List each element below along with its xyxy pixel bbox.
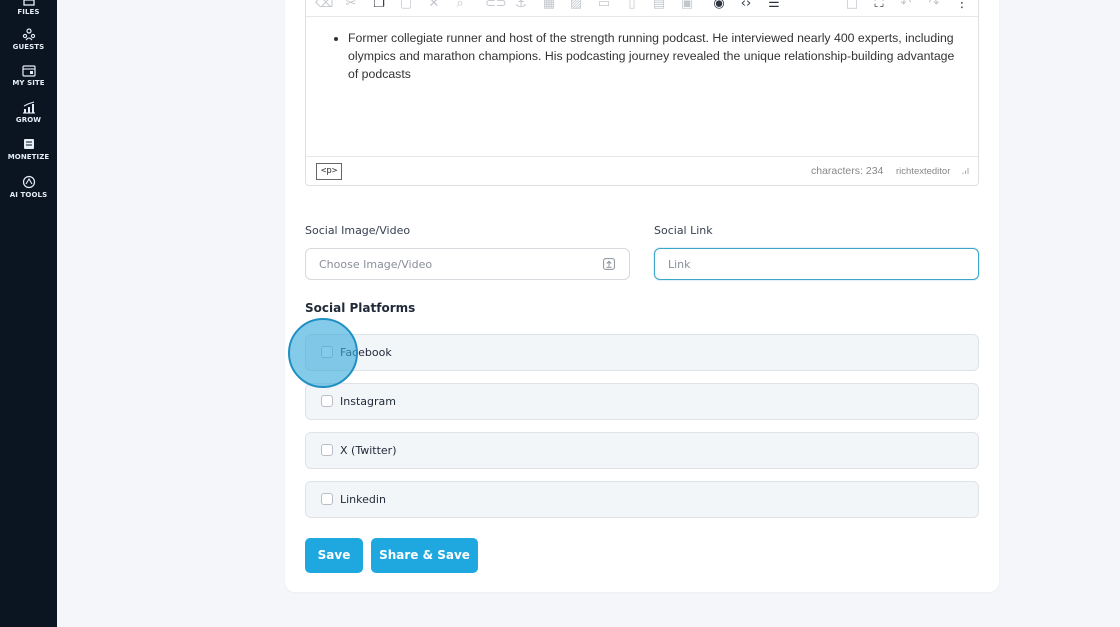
sidebar: FILES GUESTS MY SITE GROW MONETIZE AI TO… bbox=[0, 0, 57, 627]
editor-bullet-text: Former collegiate runner and host of the… bbox=[348, 29, 966, 83]
sidebar-item-ai-tools[interactable]: AI TOOLS bbox=[0, 175, 57, 199]
social-platforms-title: Social Platforms bbox=[305, 301, 416, 315]
linkedin-checkbox[interactable] bbox=[321, 493, 333, 505]
share-and-save-button[interactable]: Share & Save bbox=[371, 538, 478, 573]
redo-icon[interactable]: ↷ bbox=[926, 0, 942, 11]
platform-option-facebook[interactable]: Facebook bbox=[305, 334, 979, 371]
ai-tools-icon bbox=[22, 175, 35, 189]
social-link-field[interactable] bbox=[654, 248, 979, 280]
sidebar-item-label: MONETIZE bbox=[7, 153, 50, 161]
more-options-icon[interactable]: ⋮ bbox=[954, 0, 970, 11]
files-icon bbox=[22, 0, 35, 6]
table-icon[interactable]: ▦ bbox=[541, 0, 557, 11]
platform-option-linkedin[interactable]: Linkedin bbox=[305, 481, 979, 518]
guests-icon bbox=[22, 28, 35, 41]
platform-label: Instagram bbox=[340, 395, 396, 408]
social-image-picker[interactable]: Choose Image/Video bbox=[305, 248, 630, 280]
checkbox-toggle-icon[interactable]: □ bbox=[844, 0, 860, 11]
document-icon[interactable]: ▯ bbox=[624, 0, 640, 11]
rich-text-editor[interactable]: ⌫ ✂ ❐ ▢ ✕ ⌕ ⊂⊃ ⚓ ▦ ▨ ▭ ▯ ▤ ▣ ◉ ‹› ☰ □ ⛶ … bbox=[305, 0, 979, 186]
sidebar-item-label: AI TOOLS bbox=[9, 191, 48, 199]
format-list-icon[interactable]: ☰ bbox=[766, 0, 782, 11]
social-link-input[interactable] bbox=[668, 258, 965, 271]
clear-format-icon[interactable]: ✕ bbox=[426, 0, 442, 11]
video-icon[interactable]: ▭ bbox=[596, 0, 612, 11]
paste-icon[interactable]: ❐ bbox=[371, 0, 387, 11]
sidebar-item-label: GUESTS bbox=[12, 43, 45, 51]
link-icon[interactable]: ⊂⊃ bbox=[485, 0, 507, 11]
social-link-label: Social Link bbox=[654, 224, 713, 237]
sidebar-item-label: GROW bbox=[15, 116, 42, 124]
sidebar-item-guests[interactable]: GUESTS bbox=[0, 27, 57, 51]
character-count: characters: 234 bbox=[811, 165, 884, 177]
platform-label: X (Twitter) bbox=[340, 444, 397, 457]
sidebar-item-files[interactable]: FILES bbox=[0, 0, 57, 16]
resize-handle-icon[interactable] bbox=[961, 167, 969, 175]
copy-icon[interactable]: ▢ bbox=[398, 0, 414, 11]
editor-toolbar: ⌫ ✂ ❐ ▢ ✕ ⌕ ⊂⊃ ⚓ ▦ ▨ ▭ ▯ ▤ ▣ ◉ ‹› ☰ □ ⛶ … bbox=[306, 0, 978, 17]
sidebar-item-label: FILES bbox=[17, 8, 40, 16]
undo-icon[interactable]: ↶ bbox=[898, 0, 914, 11]
anchor-icon[interactable]: ⚓ bbox=[513, 0, 529, 11]
html-code-icon[interactable]: ‹› bbox=[738, 0, 754, 11]
code-block-icon[interactable]: ▣ bbox=[679, 0, 695, 11]
social-image-placeholder: Choose Image/Video bbox=[319, 258, 433, 271]
upload-icon[interactable] bbox=[603, 258, 615, 270]
sidebar-item-grow[interactable]: GROW bbox=[0, 101, 57, 124]
fullscreen-icon[interactable]: ⛶ bbox=[871, 0, 887, 11]
editor-content[interactable]: Former collegiate runner and host of the… bbox=[326, 29, 966, 83]
editor-bullet-list: Former collegiate runner and host of the… bbox=[326, 29, 966, 83]
platform-option-instagram[interactable]: Instagram bbox=[305, 383, 979, 420]
cut-icon[interactable]: ✂ bbox=[343, 0, 359, 11]
platform-option-x-twitter[interactable]: X (Twitter) bbox=[305, 432, 979, 469]
image-icon[interactable]: ▨ bbox=[568, 0, 584, 11]
facebook-checkbox[interactable] bbox=[321, 346, 333, 358]
element-path-tag[interactable]: <p> bbox=[316, 163, 343, 180]
x-twitter-checkbox[interactable] bbox=[321, 444, 333, 456]
save-button[interactable]: Save bbox=[305, 538, 363, 573]
template-icon[interactable]: ▤ bbox=[651, 0, 667, 11]
my-site-icon bbox=[21, 65, 36, 77]
social-image-label: Social Image/Video bbox=[305, 224, 411, 237]
preview-eye-icon[interactable]: ◉ bbox=[711, 0, 727, 11]
sidebar-item-monetize[interactable]: MONETIZE bbox=[0, 138, 57, 161]
eraser-icon[interactable]: ⌫ bbox=[315, 0, 333, 11]
sidebar-item-my-site[interactable]: MY SITE bbox=[0, 65, 57, 87]
search-icon[interactable]: ⌕ bbox=[452, 0, 468, 11]
sidebar-item-label: MY SITE bbox=[12, 79, 45, 87]
grow-chart-icon bbox=[22, 101, 35, 114]
editor-statusbar: <p> characters: 234 richtexteditor bbox=[306, 156, 978, 186]
platform-label: Facebook bbox=[340, 346, 392, 359]
monetize-icon bbox=[23, 139, 34, 149]
editor-brand: richtexteditor bbox=[896, 166, 951, 177]
platform-label: Linkedin bbox=[340, 493, 386, 506]
instagram-checkbox[interactable] bbox=[321, 395, 333, 407]
